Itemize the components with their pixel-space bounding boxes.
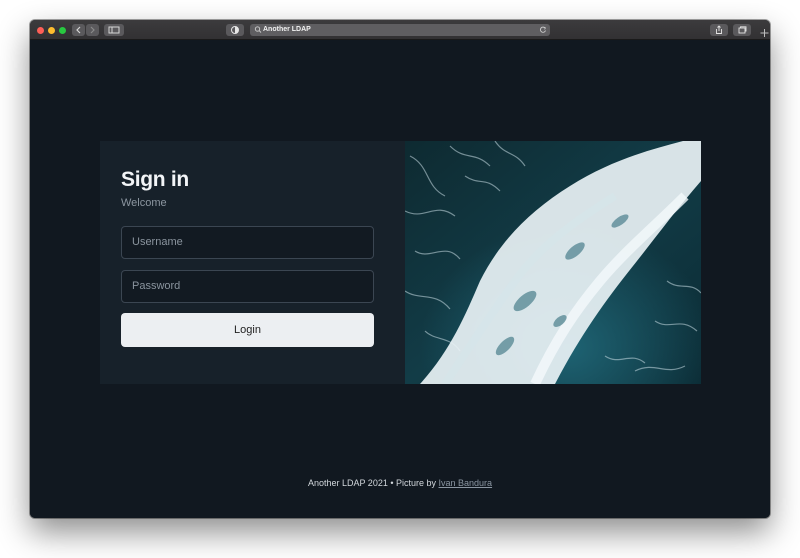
- sign-in-card: Sign in Welcome Username Password Login: [100, 141, 406, 384]
- browser-window: Another LDAP Sign in Welcome Username Pa…: [30, 20, 770, 518]
- sidebar-toggle-button[interactable]: [104, 24, 124, 36]
- page-content: Sign in Welcome Username Password Login: [30, 40, 770, 518]
- chevron-left-icon: [76, 26, 81, 34]
- footer-text: Another LDAP 2021 • Picture by: [307, 478, 436, 488]
- password-input[interactable]: Password: [121, 270, 374, 303]
- username-input[interactable]: Username: [121, 226, 374, 259]
- back-button[interactable]: [72, 24, 85, 36]
- photo-credit-link[interactable]: Ivan Bandura: [439, 478, 493, 488]
- search-icon: [254, 26, 262, 33]
- share-icon: [716, 25, 722, 34]
- forward-button[interactable]: [86, 24, 99, 36]
- footer: Another LDAP 2021 • Picture by Ivan Band…: [30, 478, 770, 488]
- login-button[interactable]: Login: [121, 313, 374, 347]
- address-bar[interactable]: Another LDAP: [250, 24, 550, 36]
- browser-toolbar: Another LDAP: [30, 20, 770, 40]
- chevron-right-icon: [90, 26, 95, 34]
- plus-icon: [760, 29, 769, 37]
- share-button[interactable]: [710, 24, 728, 36]
- tabs-overview-button[interactable]: [733, 24, 751, 36]
- privacy-report-button[interactable]: [226, 24, 244, 36]
- sidebar-icon: [108, 26, 120, 34]
- new-tab-button[interactable]: [759, 22, 770, 40]
- close-window-button[interactable]: [37, 27, 44, 34]
- welcome-text: Welcome: [121, 197, 167, 209]
- reload-icon[interactable]: [538, 24, 548, 36]
- tabs-icon: [738, 26, 747, 34]
- ocean-wave-photo: [405, 141, 701, 384]
- minimize-window-button[interactable]: [48, 27, 55, 34]
- address-text: Another LDAP: [263, 26, 311, 33]
- zoom-window-button[interactable]: [59, 27, 66, 34]
- shield-icon: [231, 26, 239, 34]
- page-title: Sign in: [121, 168, 189, 191]
